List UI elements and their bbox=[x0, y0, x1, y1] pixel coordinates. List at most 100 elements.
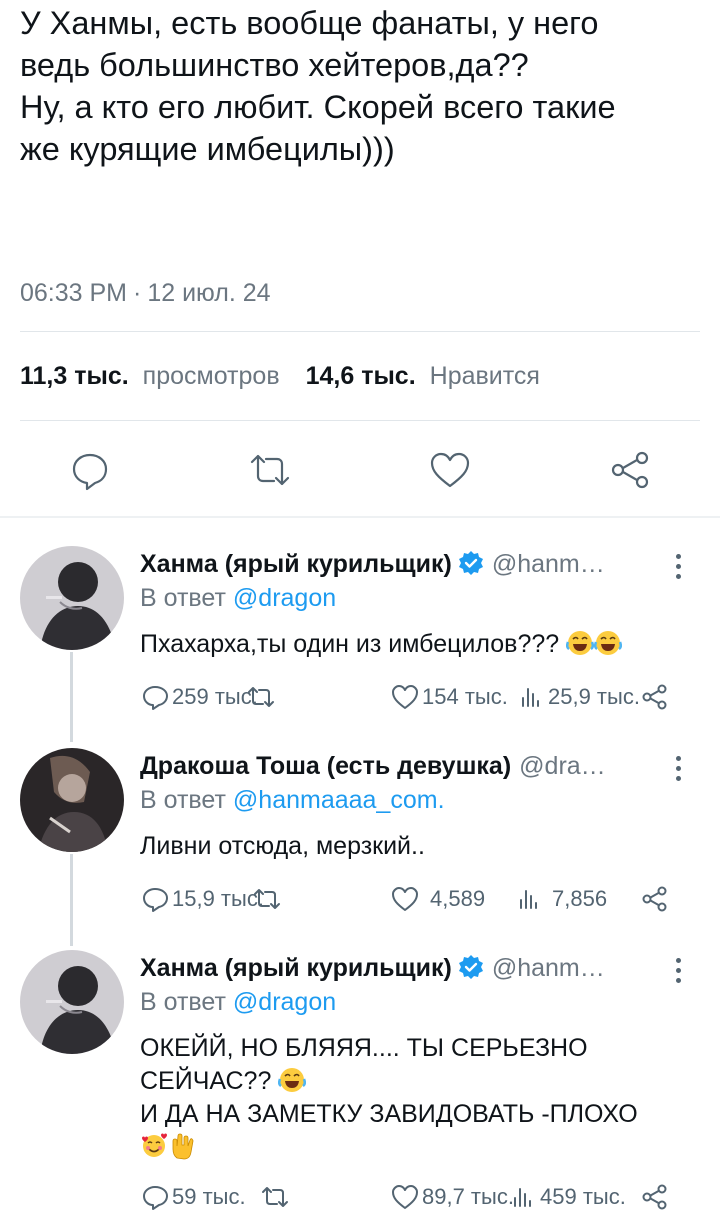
reply-text: ОКЕЙЙ, НО БЛЯЯЯ.... ТЫ СЕРЬЕЗНО СЕЙЧАС??… bbox=[140, 1032, 700, 1164]
tweet-time: 06:33 PM bbox=[20, 279, 128, 307]
retweet-icon bbox=[262, 1187, 288, 1207]
like-button[interactable] bbox=[428, 448, 472, 492]
reply-to: В ответ @dragon bbox=[140, 988, 336, 1017]
retweet-button[interactable] bbox=[246, 682, 276, 712]
share-button[interactable] bbox=[608, 448, 652, 492]
view-count: 7,856 bbox=[552, 886, 608, 911]
reply-text-line: Пхахарха,ты один из имбецилов??? bbox=[140, 630, 560, 658]
views-chart-icon bbox=[522, 688, 539, 707]
reply-count-button[interactable]: 259 тыс. bbox=[140, 682, 258, 712]
joy-emoji-icon bbox=[594, 631, 623, 655]
more-dot-icon bbox=[675, 756, 681, 761]
retweet-icon bbox=[254, 889, 280, 909]
like-button[interactable]: 154 тыс. bbox=[390, 682, 508, 712]
share-icon bbox=[642, 1184, 667, 1210]
avatar-image bbox=[20, 546, 124, 650]
section-divider bbox=[0, 516, 720, 518]
views-button[interactable]: 25,9 тыс. bbox=[516, 682, 640, 712]
reply-header: Дракоша Тоша (есть девушка) @dra… bbox=[140, 752, 650, 788]
view-count: 459 тыс. bbox=[540, 1184, 626, 1209]
reply-count: 259 тыс. bbox=[172, 684, 258, 709]
like-count: 154 тыс. bbox=[422, 684, 508, 709]
views-button[interactable]: 459 тыс. bbox=[508, 1182, 626, 1212]
smiling-hearts-emoji-icon bbox=[142, 1133, 167, 1157]
reply-tweet[interactable]: Ханма (ярый курильщик) @hanm… В ответ @dr… bbox=[0, 546, 720, 726]
more-dot-icon bbox=[675, 776, 681, 781]
reply-to-mention[interactable]: @hanmaaaa_com. bbox=[233, 786, 445, 814]
reply-icon bbox=[143, 1186, 168, 1210]
reply-text-line: ОКЕЙЙ, НО БЛЯЯЯ.... ТЫ СЕРЬЕЗНО bbox=[140, 1034, 588, 1062]
view-count: 25,9 тыс. bbox=[548, 684, 640, 709]
reply-to-mention[interactable]: @dragon bbox=[233, 988, 336, 1016]
rock-on-hand-emoji-icon bbox=[172, 1133, 194, 1160]
joy-emoji-icon bbox=[278, 1068, 307, 1092]
retweet-button[interactable] bbox=[248, 448, 292, 492]
likes-count[interactable]: 14,6 тыс. bbox=[306, 362, 416, 390]
reply-to-mention[interactable]: @dragon bbox=[233, 584, 336, 612]
tweet-text-line: У Ханмы, есть вообще фанаты, у него bbox=[20, 5, 599, 41]
retweet-button[interactable] bbox=[252, 884, 282, 914]
reply-text: Ливни отсюда, мерзкий.. bbox=[140, 830, 700, 863]
avatar[interactable] bbox=[20, 546, 124, 650]
avatar[interactable] bbox=[20, 950, 124, 1054]
reply-to: В ответ @dragon bbox=[140, 584, 336, 613]
heart-icon bbox=[392, 887, 418, 911]
more-options-button[interactable] bbox=[668, 552, 688, 582]
likes-label: Нравится bbox=[429, 362, 540, 390]
views-count[interactable]: 11,3 тыс. bbox=[20, 362, 129, 390]
reply-to-label: В ответ bbox=[140, 988, 226, 1016]
reply-tweet[interactable]: Дракоша Тоша (есть девушка) @dra… В ответ… bbox=[0, 748, 720, 928]
author-name[interactable]: Ханма (ярый курильщик) bbox=[140, 954, 452, 982]
author-handle[interactable]: @hanm… bbox=[492, 550, 605, 578]
heart-icon bbox=[392, 1185, 418, 1209]
retweet-button[interactable] bbox=[260, 1182, 290, 1212]
share-button[interactable] bbox=[640, 682, 670, 712]
more-options-button[interactable] bbox=[668, 956, 688, 986]
tweet-text-line: ведь большинство хейтеров,да?? bbox=[20, 47, 529, 83]
avatar[interactable] bbox=[20, 748, 124, 852]
heart-icon bbox=[392, 685, 418, 709]
author-name[interactable]: Дракоша Тоша (есть девушка) bbox=[140, 752, 511, 780]
avatar-image bbox=[20, 748, 124, 852]
author-name[interactable]: Ханма (ярый курильщик) bbox=[140, 550, 452, 578]
more-options-button[interactable] bbox=[668, 754, 688, 784]
tweet-text-line: же курящие имбецилы))) bbox=[20, 131, 395, 167]
like-count: 89,7 тыс. bbox=[422, 1184, 514, 1209]
more-dot-icon bbox=[675, 564, 681, 569]
more-dot-icon bbox=[675, 554, 681, 559]
reply-header: Ханма (ярый курильщик) @hanm… bbox=[140, 954, 650, 990]
retweet-icon bbox=[250, 454, 290, 486]
joy-emoji-icon bbox=[566, 631, 595, 655]
tweet-stats: 11,3 тыс. просмотров 14,6 тыс. Нравится bbox=[20, 362, 566, 391]
verified-badge-icon bbox=[458, 955, 483, 979]
more-dot-icon bbox=[675, 574, 681, 579]
views-label: просмотров bbox=[142, 362, 280, 390]
tweet-action-bar bbox=[0, 448, 720, 494]
views-chart-icon bbox=[514, 1188, 531, 1207]
reply-to: В ответ @hanmaaaa_com. bbox=[140, 786, 445, 815]
reply-count-button[interactable]: 59 тыс. bbox=[140, 1182, 246, 1212]
more-dot-icon bbox=[675, 958, 681, 963]
share-button[interactable] bbox=[640, 884, 670, 914]
like-button[interactable]: 89,7 тыс. bbox=[390, 1182, 514, 1212]
reply-text-line: И ДА НА ЗАМЕТКУ ЗАВИДОВАТЬ -ПЛОХО bbox=[140, 1100, 638, 1128]
tweet-timestamp[interactable]: 06:33 PM · 12 июл. 24 bbox=[20, 279, 271, 308]
like-count: 4,589 bbox=[430, 886, 486, 911]
views-button[interactable]: 7,856 bbox=[514, 884, 607, 914]
reply-count-button[interactable]: 15,9 тыс. bbox=[140, 884, 264, 914]
tweet-text: У Ханмы, есть вообще фанаты, у него ведь… bbox=[20, 2, 710, 170]
share-button[interactable] bbox=[640, 1182, 670, 1212]
reply-button[interactable] bbox=[68, 448, 112, 492]
retweet-icon bbox=[248, 687, 274, 707]
share-icon bbox=[642, 684, 667, 710]
reply-icon bbox=[143, 888, 168, 912]
reply-tweet[interactable]: Ханма (ярый курильщик) @hanm… В ответ @dr… bbox=[0, 950, 720, 1220]
reply-to-label: В ответ bbox=[140, 584, 226, 612]
share-icon bbox=[642, 886, 667, 912]
timestamp-separator: · bbox=[133, 279, 142, 307]
author-handle[interactable]: @hanm… bbox=[492, 954, 605, 982]
author-handle[interactable]: @dra… bbox=[519, 752, 606, 780]
avatar-image bbox=[20, 950, 124, 1054]
like-button[interactable]: 4,589 bbox=[390, 884, 485, 914]
reply-text: Пхахарха,ты один из имбецилов??? bbox=[140, 628, 700, 661]
